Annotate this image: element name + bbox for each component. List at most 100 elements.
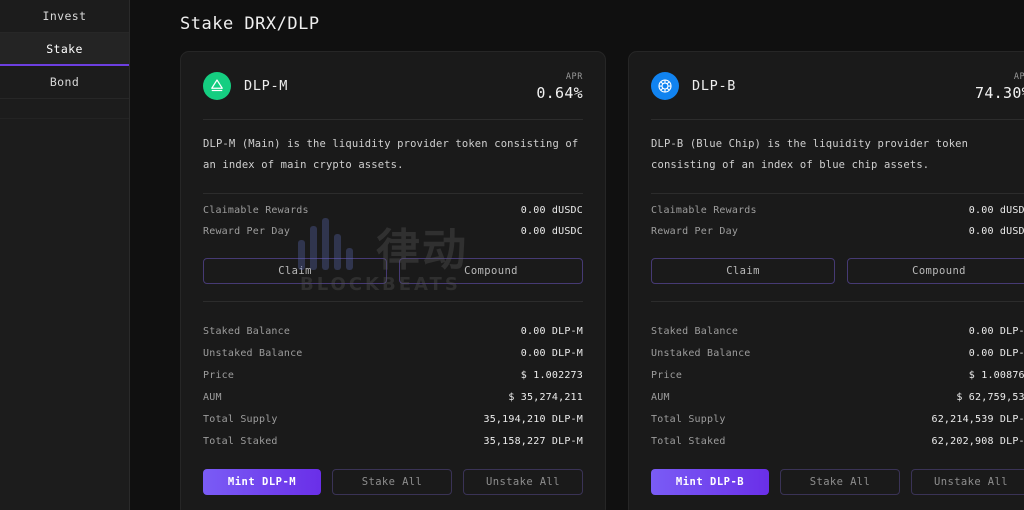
stake-cards-container: DLP-M APR 0.64% DLP-M (Main) is the liqu… (180, 51, 1024, 510)
app-root: Invest Stake Bond Stake DRX/DLP DLP-M AP… (0, 0, 1024, 510)
reward-key: Reward Per Day (203, 226, 291, 238)
stat-key: Total Supply (203, 413, 278, 425)
stat-key: AUM (651, 391, 670, 403)
claim-button[interactable]: Claim (203, 258, 387, 285)
stat-key: Price (203, 369, 235, 381)
apr-block: APR 74.30% (975, 72, 1024, 102)
description-divider (651, 193, 1024, 195)
sidebar-item-stake[interactable]: Stake (0, 33, 129, 66)
stat-row: Total Staked 35,158,227 DLP-M (203, 430, 583, 452)
reward-key: Claimable Rewards (203, 205, 309, 217)
stat-value: 35,158,227 DLP-M (483, 435, 583, 447)
stake-all-button[interactable]: Stake All (780, 469, 900, 496)
reward-row: Claimable Rewards 0.00 dUSDC (651, 200, 1024, 221)
sidebar-item-label: Stake (46, 42, 83, 56)
claim-button[interactable]: Claim (651, 258, 835, 285)
stat-row: Staked Balance 0.00 DLP-M (203, 320, 583, 342)
apr-value: 74.30% (975, 83, 1024, 102)
actions-divider (651, 301, 1024, 303)
sidebar-item-label: Bond (49, 75, 80, 89)
token-description: DLP-B (Blue Chip) is the liquidity provi… (651, 138, 969, 171)
stat-row: Price $ 1.002273 (203, 364, 583, 386)
stat-value: $ 35,274,211 (508, 391, 583, 403)
description-divider (203, 193, 583, 195)
stat-row: AUM $ 35,274,211 (203, 386, 583, 408)
dlp-m-token-icon (203, 72, 231, 100)
token-identity: DLP-B (651, 72, 736, 100)
stat-row: Total Supply 35,194,210 DLP-M (203, 408, 583, 430)
stat-key: Staked Balance (651, 325, 739, 337)
stat-key: Staked Balance (203, 325, 291, 337)
reward-value: 0.00 dUSDC (520, 205, 583, 217)
stat-value: 62,202,908 DLP-B (931, 435, 1024, 447)
apr-block: APR 0.64% (536, 72, 583, 102)
stat-row: Unstaked Balance 0.00 DLP-B (651, 342, 1024, 364)
compound-button[interactable]: Compound (399, 258, 583, 285)
stat-key: Total Supply (651, 413, 726, 425)
compound-button[interactable]: Compound (847, 258, 1024, 285)
stat-row: Total Supply 62,214,539 DLP-B (651, 408, 1024, 430)
sidebar-item-label: Invest (42, 9, 87, 23)
reward-key: Claimable Rewards (651, 205, 757, 217)
stat-value: $ 62,759,538 (956, 391, 1024, 403)
rewards-list: Claimable Rewards 0.00 dUSDC Reward Per … (651, 200, 1024, 242)
stat-row: Staked Balance 0.00 DLP-B (651, 320, 1024, 342)
sidebar-item-invest[interactable]: Invest (0, 0, 129, 33)
stake-card-dlp-b: DLP-B APR 74.30% DLP-B (Blue Chip) is th… (628, 51, 1024, 510)
stat-row: Unstaked Balance 0.00 DLP-M (203, 342, 583, 364)
token-name: DLP-B (692, 78, 737, 94)
card-header: DLP-B APR 74.30% (651, 72, 1024, 102)
mint-button[interactable]: Mint DLP-B (651, 469, 769, 496)
card-header: DLP-M APR 0.64% (203, 72, 583, 102)
reward-actions: Claim Compound (203, 258, 583, 285)
token-description: DLP-M (Main) is the liquidity provider t… (203, 138, 579, 171)
stat-value: 0.00 DLP-B (968, 347, 1024, 359)
reward-value: 0.00 dUSDC (968, 205, 1024, 217)
stat-key: Total Staked (203, 435, 278, 447)
unstake-all-button[interactable]: Unstake All (911, 469, 1024, 496)
stat-row: AUM $ 62,759,538 (651, 386, 1024, 408)
mint-button[interactable]: Mint DLP-M (203, 469, 321, 496)
sidebar: Invest Stake Bond (0, 0, 130, 510)
reward-actions: Claim Compound (651, 258, 1024, 285)
reward-value: 0.00 dUSDC (968, 226, 1024, 238)
stat-key: Total Staked (651, 435, 726, 447)
stake-card-dlp-m: DLP-M APR 0.64% DLP-M (Main) is the liqu… (180, 51, 606, 510)
rewards-list: Claimable Rewards 0.00 dUSDC Reward Per … (203, 200, 583, 242)
stake-all-button[interactable]: Stake All (332, 469, 452, 496)
reward-row: Reward Per Day 0.00 dUSDC (203, 221, 583, 242)
apr-label: APR (565, 72, 583, 82)
stat-value: 0.00 DLP-B (968, 325, 1024, 337)
reward-row: Claimable Rewards 0.00 dUSDC (203, 200, 583, 221)
stat-key: Unstaked Balance (203, 347, 303, 359)
primary-actions: Mint DLP-B Stake All Unstake All (651, 469, 1024, 496)
header-divider (203, 119, 583, 121)
main-content: Stake DRX/DLP DLP-M APR 0.64% DLP-M (Mai… (130, 0, 1024, 510)
dlp-b-token-icon (651, 72, 679, 100)
reward-value: 0.00 dUSDC (520, 226, 583, 238)
header-divider (651, 119, 1024, 121)
stat-value: $ 1.002273 (520, 369, 583, 381)
sidebar-divider (0, 99, 129, 119)
token-name: DLP-M (244, 78, 289, 94)
stat-row: Total Staked 62,202,908 DLP-B (651, 430, 1024, 452)
stat-value: 62,214,539 DLP-B (931, 413, 1024, 425)
reward-row: Reward Per Day 0.00 dUSDC (651, 221, 1024, 242)
stat-value: 35,194,210 DLP-M (483, 413, 583, 425)
stat-value: 0.00 DLP-M (520, 325, 583, 337)
stat-row: Price $ 1.008760 (651, 364, 1024, 386)
actions-divider (203, 301, 583, 303)
unstake-all-button[interactable]: Unstake All (463, 469, 583, 496)
stats-list: Staked Balance 0.00 DLP-M Unstaked Balan… (203, 320, 583, 452)
apr-label: APR (1013, 72, 1024, 82)
stat-value: $ 1.008760 (968, 369, 1024, 381)
stats-list: Staked Balance 0.00 DLP-B Unstaked Balan… (651, 320, 1024, 452)
stat-key: Price (651, 369, 683, 381)
stat-key: Unstaked Balance (651, 347, 751, 359)
stat-key: AUM (203, 391, 222, 403)
page-title: Stake DRX/DLP (180, 14, 320, 34)
token-identity: DLP-M (203, 72, 288, 100)
apr-value: 0.64% (536, 83, 583, 102)
sidebar-item-bond[interactable]: Bond (0, 66, 129, 99)
primary-actions: Mint DLP-M Stake All Unstake All (203, 469, 583, 496)
